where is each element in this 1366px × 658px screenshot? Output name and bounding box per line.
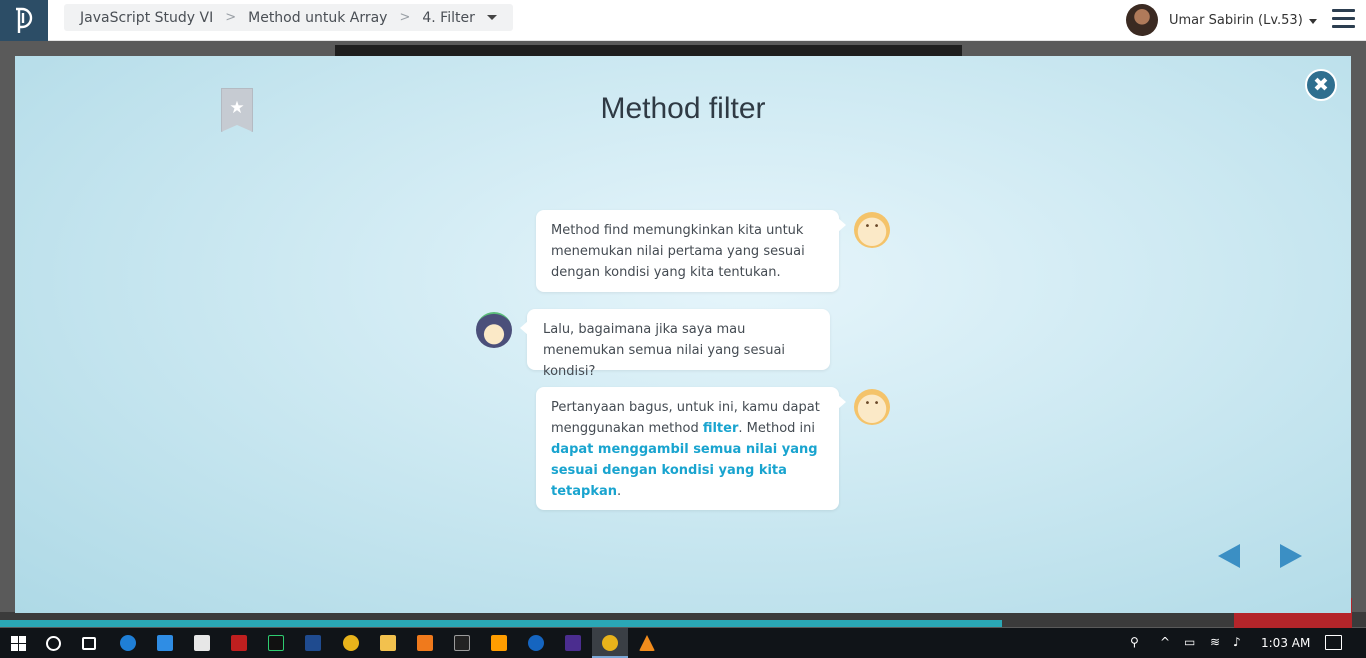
media-player-icon[interactable]: [305, 635, 321, 651]
user-menu[interactable]: Umar Sabirin (Lv.53): [1126, 4, 1317, 36]
triangle-right-icon[interactable]: [1280, 544, 1302, 568]
mentor-avatar-icon: [854, 212, 890, 248]
edge-icon[interactable]: [120, 635, 136, 651]
breadcrumb-item-module[interactable]: Method untuk Array: [248, 10, 387, 26]
progress-bar: [0, 620, 1002, 627]
highlight-phrase: dapat menggambil semua nilai yang sesuai…: [551, 442, 818, 499]
student-avatar-icon: [476, 312, 512, 348]
mentor-avatar-icon: [854, 389, 890, 425]
user-name[interactable]: Umar Sabirin (Lv.53): [1169, 13, 1303, 28]
chevron-up-icon[interactable]: ^: [1160, 635, 1170, 649]
chrome-icon[interactable]: [343, 635, 359, 651]
pycharm-icon[interactable]: [268, 635, 284, 651]
highlight-keyword: filter: [702, 421, 739, 436]
breadcrumb-separator: >: [399, 10, 411, 25]
chevron-down-icon[interactable]: [1308, 19, 1317, 24]
breadcrumb-item-lesson[interactable]: 4. Filter: [422, 10, 474, 26]
file-explorer-icon[interactable]: [380, 635, 396, 651]
triangle-left-icon[interactable]: [1218, 544, 1240, 568]
people-icon[interactable]: ⚲: [1130, 635, 1139, 649]
logo-icon: [16, 7, 33, 33]
filezilla-icon[interactable]: [231, 635, 247, 651]
chat-bubble-student: Lalu, bagaimana jika saya mau menemukan …: [520, 309, 830, 379]
maps-icon[interactable]: [528, 635, 544, 651]
chat-bubble-mentor: Method find memungkinkan kita untuk mene…: [536, 210, 846, 292]
message-text: Method find memungkinkan kita untuk mene…: [551, 223, 805, 280]
windows-taskbar: ⚲ ^ ▭ ≋ ♪ 1:03 AM: [0, 628, 1366, 658]
windows-start-icon[interactable]: [11, 636, 26, 651]
breadcrumb-item-course[interactable]: JavaScript Study VI: [80, 10, 213, 26]
battery-icon[interactable]: ▭: [1184, 635, 1195, 649]
phpstorm-icon[interactable]: [565, 635, 581, 651]
xampp-icon[interactable]: [417, 635, 433, 651]
avatar[interactable]: [1126, 4, 1158, 36]
chevron-down-icon[interactable]: [486, 15, 497, 20]
message-text: .: [617, 484, 622, 499]
close-icon: ✖: [1313, 74, 1329, 96]
message-text: . Method ini: [738, 421, 815, 436]
modal-title: Method filter: [600, 92, 766, 125]
mail-icon[interactable]: [157, 635, 173, 651]
chat-bubble-mentor: Pertanyaan bagus, untuk ini, kamu dapat …: [536, 387, 846, 510]
cortana-search-icon[interactable]: [46, 636, 61, 651]
notification-icon[interactable]: [1325, 635, 1342, 650]
volume-icon[interactable]: ♪: [1233, 635, 1241, 649]
wifi-icon[interactable]: ≋: [1210, 635, 1220, 649]
chrome-icon[interactable]: [602, 635, 618, 651]
dialog-modal: ★ Method filter ✖ Method find memungkink…: [15, 56, 1351, 613]
breadcrumb-separator: >: [225, 10, 237, 25]
task-view-icon[interactable]: [82, 637, 96, 650]
hamburger-menu-icon[interactable]: [1332, 9, 1355, 29]
clock[interactable]: 1:03 AM: [1261, 636, 1310, 650]
store-icon[interactable]: [194, 635, 210, 651]
git-icon[interactable]: [454, 635, 470, 651]
sublime-icon[interactable]: [491, 635, 507, 651]
breadcrumb: JavaScript Study VI > Method untuk Array…: [64, 4, 513, 31]
vlc-icon[interactable]: [639, 635, 655, 651]
dicoding-logo[interactable]: [0, 0, 48, 41]
close-button[interactable]: ✖: [1305, 69, 1337, 101]
message-text: Lalu, bagaimana jika saya mau menemukan …: [543, 322, 786, 379]
top-bar: JavaScript Study VI > Method untuk Array…: [0, 0, 1366, 41]
